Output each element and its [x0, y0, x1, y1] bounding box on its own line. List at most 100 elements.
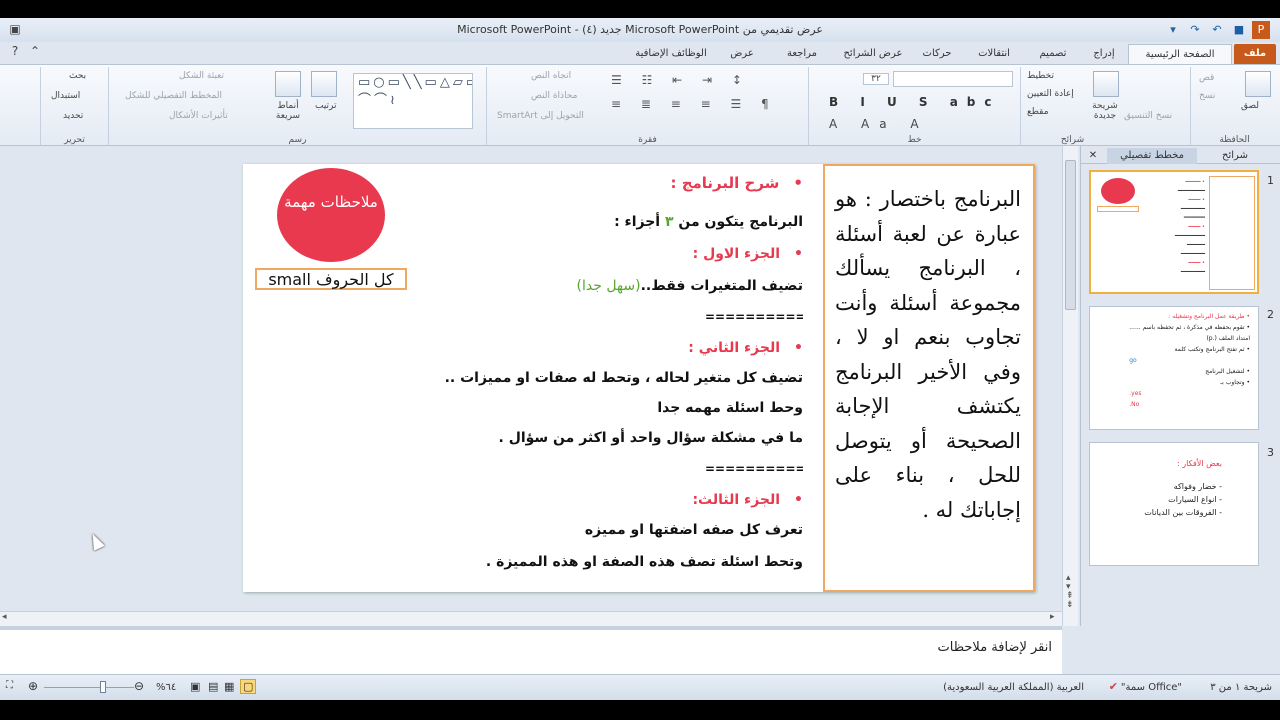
small-letters-note[interactable]: كل الحروف small	[255, 268, 407, 290]
select-button[interactable]: تحديد	[63, 111, 83, 121]
tab-outline[interactable]: مخطط تفصيلي	[1107, 148, 1197, 164]
summary-textbox[interactable]: البرنامج باختصار : هو عبارة عن لعبة أسئل…	[823, 164, 1035, 592]
reset-button[interactable]: إعادة التعيين	[1027, 89, 1074, 99]
text-direction-button[interactable]: اتجاه النص	[531, 71, 571, 81]
slide-editing-area[interactable]: ملاحظات مهمة كل الحروف small شرح البرنام…	[0, 146, 1062, 626]
part2-title: الجزء الثاني :	[688, 340, 803, 356]
slide-thumbnail-2[interactable]: • طريقة عمل البرنامج وتشغيله : • تقوم بح…	[1089, 306, 1259, 430]
arrange-button[interactable]: ترتيب	[315, 101, 337, 111]
align-text-button[interactable]: محاذاة النص	[531, 91, 577, 101]
tab-insert[interactable]: إدراج	[1082, 44, 1126, 64]
slide-thumbnail-1[interactable]: • ━━━━━ ━━━━━━━━━ • ━━━━ ━━━━━━━━ ═══════ • ━…	[1089, 170, 1259, 294]
zoom-slider[interactable]	[44, 687, 134, 688]
important-notes-badge[interactable]: ملاحظات مهمة	[277, 168, 385, 262]
paste-button[interactable]: لصق	[1241, 101, 1259, 111]
theme-name: "سمة Office"	[1120, 682, 1182, 693]
tab-review[interactable]: مراجعة	[770, 44, 834, 64]
section-button[interactable]: مقطع	[1027, 107, 1049, 117]
content-placeholder[interactable]: ملاحظات مهمة كل الحروف small شرح البرنام…	[243, 164, 815, 592]
arrange-icon[interactable]	[311, 71, 337, 97]
part1-text: تضيف المتغيرات فقط..(سهل جدا)	[577, 278, 803, 294]
format-painter-button[interactable]: نسخ التنسيق	[1124, 111, 1172, 121]
ribbon-tabs: ? ⌃ ملف الصفحة الرئيسية إدراج تصميم انتق…	[0, 42, 1280, 64]
shape-outline-button[interactable]: المخطط التفصيلي للشكل	[125, 91, 222, 101]
new-slide-icon[interactable]	[1093, 71, 1119, 97]
prev-next-slide-icon[interactable]: ▴ ▾ ⇞ ⇟	[1066, 574, 1074, 610]
font-color-buttons[interactable]: A Aa A	[829, 117, 929, 131]
tab-design[interactable]: تصميم	[1028, 44, 1078, 64]
tab-animations[interactable]: حركات	[912, 44, 962, 64]
tab-slideshow[interactable]: عرض الشرائح	[838, 44, 908, 64]
intro-text-b: أجزاء :	[614, 214, 665, 230]
part1-title: الجزء الاول :	[693, 246, 803, 262]
group-editing: بحث استبدال تحديد تحرير	[40, 67, 108, 145]
scroll-thumb[interactable]	[1065, 160, 1076, 310]
slide-canvas[interactable]: ملاحظات مهمة كل الحروف small شرح البرنام…	[243, 164, 1035, 592]
align-buttons[interactable]: ≡ ≣ ≡ ≡ ☰ ¶	[611, 97, 777, 111]
part1-text-a: تضيف المتغيرات فقط..	[640, 278, 803, 294]
tab-slides[interactable]: شرائح	[1205, 148, 1265, 164]
slide-thumbnail-3[interactable]: بعض الأفكار : - خضار وفواكه - انواع السي…	[1089, 442, 1259, 566]
close-panel-icon[interactable]: ✕	[1085, 148, 1101, 164]
workspace: ملاحظات مهمة كل الحروف small شرح البرنام…	[0, 146, 1280, 700]
copy-button[interactable]: نسخ	[1199, 91, 1215, 101]
horizontal-scrollbar[interactable]: ◂ ▸	[0, 611, 1062, 626]
find-button[interactable]: بحث	[69, 71, 86, 81]
font-format-buttons[interactable]: B I U S abc	[829, 95, 1001, 109]
quick-styles-icon[interactable]	[275, 71, 301, 97]
cut-button[interactable]: قص	[1199, 73, 1214, 83]
shape-effects-button[interactable]: تأثيرات الأشكال	[169, 111, 228, 121]
spelling-check-icon[interactable]: ✔	[1109, 680, 1118, 693]
fit-to-window-icon[interactable]: ⛶	[6, 680, 13, 691]
zoom-in-icon[interactable]: ⊕	[28, 679, 38, 693]
scroll-right-icon[interactable]: ▸	[1050, 612, 1055, 622]
separator-1: ============	[705, 310, 803, 324]
thumb2-line-3: امتداد الملف (.p)	[1206, 335, 1250, 342]
tab-home[interactable]: الصفحة الرئيسية	[1128, 44, 1232, 64]
zoom-out-icon[interactable]: ⊖	[134, 679, 144, 693]
thumb3-title: بعض الأفكار :	[1177, 459, 1222, 468]
quick-styles-button[interactable]: أنماط سريعة	[271, 101, 305, 121]
tab-addins[interactable]: الوظائف الإضافية	[626, 44, 716, 64]
customize-qat-icon[interactable]: ▾	[1164, 21, 1182, 39]
scroll-left-icon[interactable]: ◂	[2, 612, 7, 622]
help-icon[interactable]: ?	[4, 42, 26, 60]
title-bar: ▣ عرض تقديمي من Microsoft PowerPoint جدي…	[0, 18, 1280, 42]
part2-title-text: الجزء الثاني :	[688, 340, 781, 356]
thumb-small-box	[1097, 206, 1139, 212]
redo-icon[interactable]: ↷	[1186, 21, 1204, 39]
thumb2-line-7: • وتجاوب بـ	[1220, 379, 1250, 386]
new-slide-button[interactable]: شريحة جديدة	[1085, 101, 1125, 121]
slideshow-view-icon[interactable]: ▣	[190, 680, 200, 693]
layout-button[interactable]: تخطيط	[1027, 71, 1054, 81]
font-name-combo[interactable]	[893, 71, 1013, 87]
smartart-button[interactable]: التحويل إلى SmartArt	[497, 111, 584, 121]
save-icon[interactable]: ■	[1230, 21, 1248, 39]
minimize-ribbon-icon[interactable]: ⌃	[24, 42, 46, 60]
group-label-clipboard: الحافظة	[1219, 135, 1250, 145]
panel-tabs: ✕ مخطط تفصيلي شرائح	[1081, 146, 1280, 164]
undo-icon[interactable]: ↶	[1208, 21, 1226, 39]
reading-view-icon[interactable]: ▤	[208, 680, 218, 693]
intro-text-a: البرنامج يتكون من	[673, 214, 803, 230]
list-buttons[interactable]: ☰ ☷ ⇤ ⇥ ↕	[611, 73, 750, 87]
replace-button[interactable]: استبدال	[51, 91, 80, 101]
normal-view-icon[interactable]: ▢	[240, 679, 257, 694]
notes-pane[interactable]: انقر لإضافة ملاحظات	[0, 626, 1062, 674]
paste-icon[interactable]	[1245, 71, 1271, 97]
shapes-gallery[interactable]: ▭○▭╲╲▭△▱▭⇨⇧⇦⌐∟╱╱☆{}⌒⌒≀	[353, 73, 473, 129]
font-size-combo[interactable]: ٣٢	[863, 73, 889, 85]
tab-file[interactable]: ملف	[1234, 44, 1276, 64]
quick-access-toolbar: ▾ ↷ ↶ ■ P	[1164, 21, 1270, 39]
language-indicator[interactable]: العربية (المملكة العربية السعودية)	[943, 682, 1084, 693]
tab-transitions[interactable]: انتقالات	[966, 44, 1022, 64]
notes-placeholder[interactable]: انقر لإضافة ملاحظات	[938, 640, 1052, 655]
vertical-scrollbar[interactable]: ▴ ▾ ⇞ ⇟	[1062, 146, 1078, 626]
group-label-font: خط	[907, 135, 922, 145]
zoom-level[interactable]: %٦٤	[156, 682, 176, 693]
slide-sorter-icon[interactable]: ▦	[224, 680, 234, 693]
zoom-slider-thumb[interactable]	[100, 681, 106, 693]
tab-view[interactable]: عرض	[720, 44, 764, 64]
heading-text: شرح البرنامج :	[670, 174, 780, 192]
shape-fill-button[interactable]: تعبئة الشكل	[179, 71, 224, 81]
